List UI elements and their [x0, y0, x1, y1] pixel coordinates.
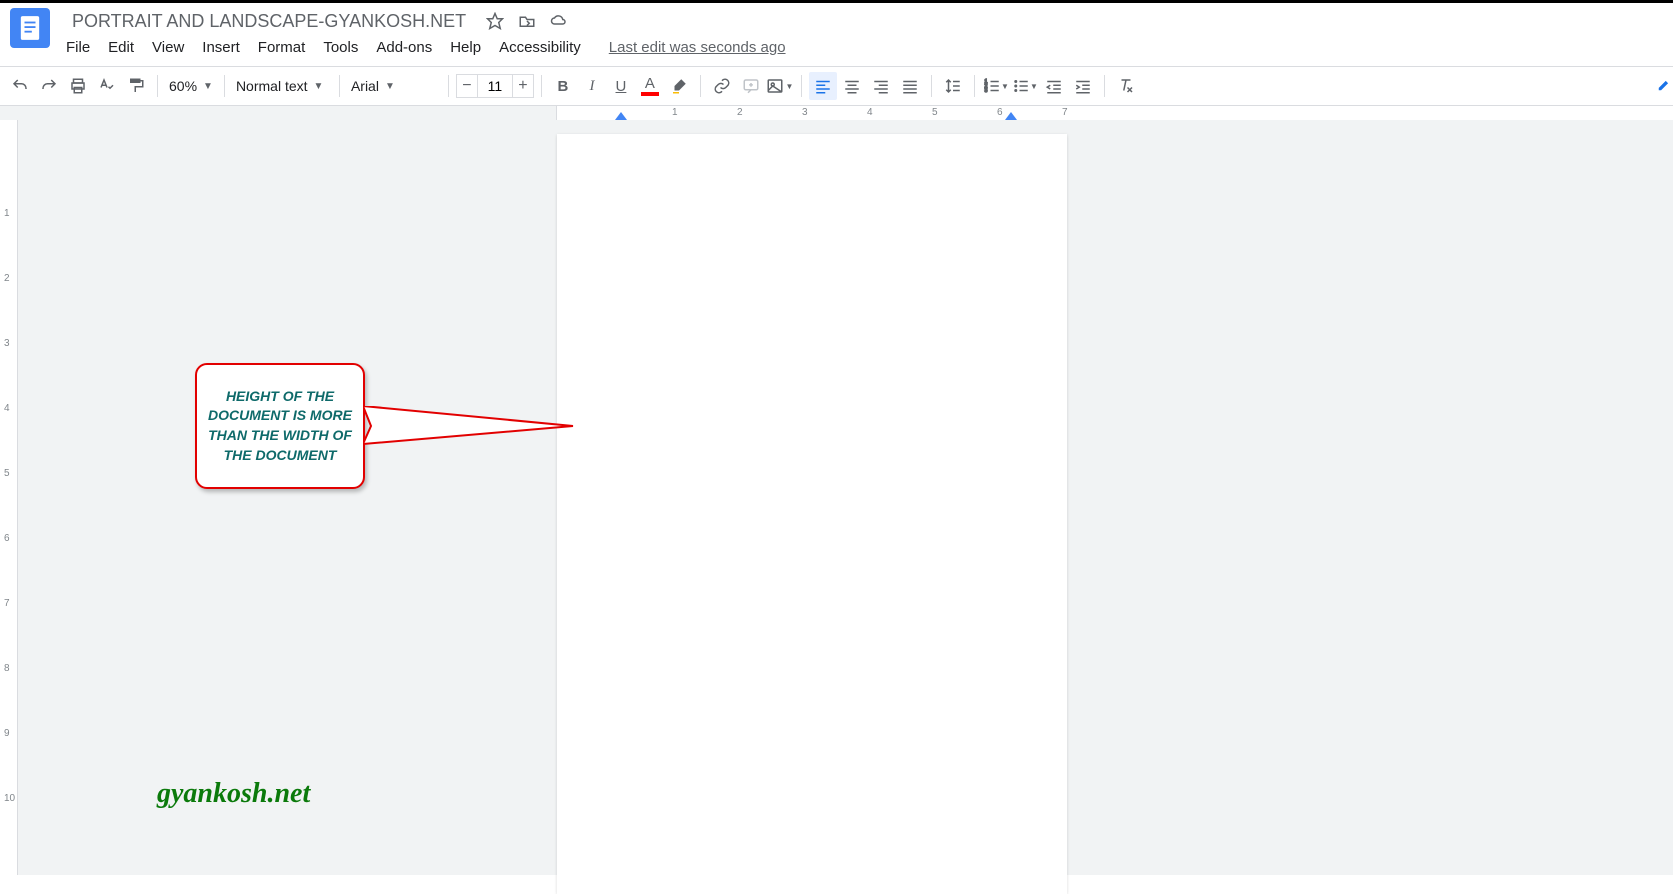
ruler-label: 6	[997, 107, 1003, 118]
menu-accessibility[interactable]: Accessibility	[491, 35, 589, 60]
menu-view[interactable]: View	[144, 35, 192, 60]
editing-mode-icon[interactable]	[1657, 78, 1671, 92]
redo-button[interactable]	[35, 72, 63, 100]
cloud-status-icon[interactable]	[550, 12, 568, 30]
svg-text:3: 3	[984, 88, 987, 94]
italic-button[interactable]: I	[578, 72, 606, 100]
print-button[interactable]	[64, 72, 92, 100]
font-select[interactable]: Arial ▼	[347, 72, 441, 100]
font-size-input[interactable]: 11	[478, 74, 512, 98]
menu-tools[interactable]: Tools	[315, 35, 366, 60]
separator	[541, 75, 542, 97]
vruler-label: 4	[4, 403, 10, 414]
separator	[1104, 75, 1105, 97]
menu-file[interactable]: File	[58, 35, 98, 60]
separator	[931, 75, 932, 97]
increase-font-button[interactable]: +	[512, 74, 534, 98]
ruler-label: 4	[867, 107, 873, 118]
menu-help[interactable]: Help	[442, 35, 489, 60]
highlight-button[interactable]	[665, 72, 693, 100]
vruler-label: 10	[4, 793, 15, 804]
left-indent-marker[interactable]	[615, 112, 627, 120]
separator	[974, 75, 975, 97]
vertical-ruler[interactable]: 1 2 3 4 5 6 7 8 9 10	[0, 120, 18, 875]
checklist-button[interactable]: 123▼	[982, 72, 1010, 100]
font-size-stepper: − 11 +	[456, 74, 534, 98]
align-right-button[interactable]	[867, 72, 895, 100]
menu-insert[interactable]: Insert	[194, 35, 248, 60]
separator	[801, 75, 802, 97]
ruler-label: 5	[932, 107, 938, 118]
chevron-down-icon: ▼	[385, 81, 395, 92]
menu-edit[interactable]: Edit	[100, 35, 142, 60]
insert-image-button[interactable]: ▼	[766, 72, 794, 100]
style-value: Normal text	[236, 78, 308, 94]
separator	[700, 75, 701, 97]
docs-logo-icon[interactable]	[10, 8, 50, 48]
vruler-label: 6	[4, 533, 10, 544]
vruler-label: 1	[4, 208, 10, 219]
separator	[224, 75, 225, 97]
right-indent-marker[interactable]	[1005, 112, 1017, 120]
text-color-button[interactable]: A	[636, 72, 664, 100]
underline-button[interactable]: U	[607, 72, 635, 100]
insert-link-button[interactable]	[708, 72, 736, 100]
separator	[157, 75, 158, 97]
paragraph-style-select[interactable]: Normal text ▼	[232, 72, 332, 100]
menubar: File Edit View Insert Format Tools Add-o…	[58, 33, 1673, 66]
vruler-label: 7	[4, 598, 10, 609]
chevron-down-icon: ▼	[314, 81, 324, 92]
increase-indent-button[interactable]	[1069, 72, 1097, 100]
annotation-callout: HEIGHT OF THE DOCUMENT IS MORE THAN THE …	[195, 363, 365, 489]
insert-comment-button[interactable]	[737, 72, 765, 100]
undo-button[interactable]	[6, 72, 34, 100]
ruler-label: 3	[802, 107, 808, 118]
text-color-swatch	[641, 92, 659, 96]
menu-addons[interactable]: Add-ons	[368, 35, 440, 60]
separator	[339, 75, 340, 97]
document-title[interactable]: PORTRAIT AND LANDSCAPE-GYANKOSH.NET	[66, 9, 472, 34]
separator	[448, 75, 449, 97]
decrease-font-button[interactable]: −	[456, 74, 478, 98]
align-center-button[interactable]	[838, 72, 866, 100]
document-page[interactable]	[557, 134, 1067, 894]
paint-format-button[interactable]	[122, 72, 150, 100]
move-icon[interactable]	[518, 12, 536, 30]
bulleted-list-button[interactable]: ▼	[1011, 72, 1039, 100]
ruler-label: 1	[672, 107, 678, 118]
zoom-select[interactable]: 60% ▼	[165, 72, 217, 100]
font-value: Arial	[351, 78, 379, 94]
last-edit-link[interactable]: Last edit was seconds ago	[609, 39, 786, 56]
decrease-indent-button[interactable]	[1040, 72, 1068, 100]
line-spacing-button[interactable]	[939, 72, 967, 100]
vruler-label: 9	[4, 728, 10, 739]
spellcheck-button[interactable]	[93, 72, 121, 100]
titlebar: PORTRAIT AND LANDSCAPE-GYANKOSH.NET	[0, 3, 1673, 33]
clear-formatting-button[interactable]	[1112, 72, 1140, 100]
toolbar: 60%▼ Normal text▼ Arial▼ − 11 + B I U A …	[0, 66, 1673, 106]
menu-format[interactable]: Format	[250, 35, 314, 60]
vruler-label: 3	[4, 338, 10, 349]
ruler-label: 2	[737, 107, 743, 118]
annotation-arrow-icon	[363, 406, 583, 456]
annotation-text: HEIGHT OF THE DOCUMENT IS MORE THAN THE …	[205, 387, 355, 465]
vruler-label: 2	[4, 273, 10, 284]
ruler-label: 7	[1062, 107, 1068, 118]
star-icon[interactable]	[486, 12, 504, 30]
bold-button[interactable]: B	[549, 72, 577, 100]
ruler-active-track: 1 2 3 4 5 6 7	[556, 106, 1673, 121]
vruler-label: 5	[4, 468, 10, 479]
canvas-area: 1 2 3 4 5 6 7 8 9 10 HEIGHT OF THE DOCUM…	[0, 120, 1673, 875]
align-left-button[interactable]	[809, 72, 837, 100]
text-color-letter: A	[645, 76, 655, 91]
chevron-down-icon: ▼	[203, 81, 213, 92]
align-justify-button[interactable]	[896, 72, 924, 100]
vruler-label: 8	[4, 663, 10, 674]
watermark-text: gyankosh.net	[157, 778, 310, 810]
zoom-value: 60%	[169, 78, 197, 94]
